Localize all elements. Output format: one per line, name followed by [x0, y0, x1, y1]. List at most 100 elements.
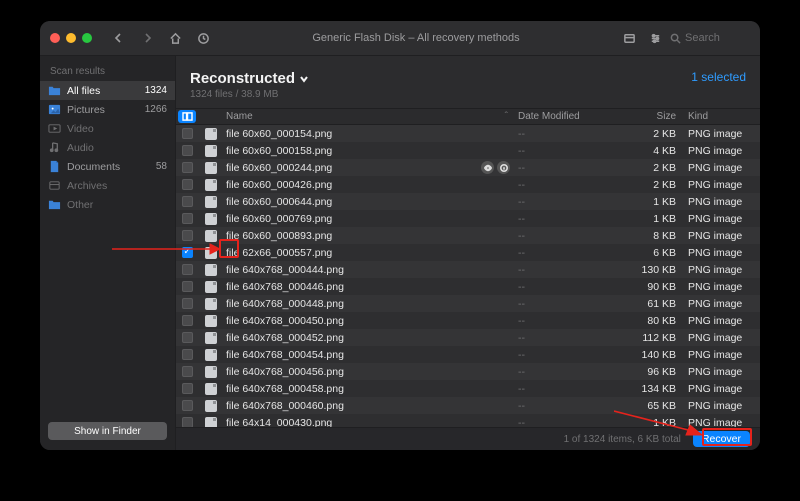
history-button[interactable]: [192, 27, 214, 49]
table-row[interactable]: file 60x60_000244.png--2 KBPNG image: [176, 159, 760, 176]
row-checkbox[interactable]: [182, 298, 193, 309]
table-row[interactable]: file 640x768_000446.png--90 KBPNG image: [176, 278, 760, 295]
preview-action-icon[interactable]: [481, 161, 494, 174]
table-row[interactable]: file 60x60_000644.png--1 KBPNG image: [176, 193, 760, 210]
app-window: Generic Flash Disk – All recovery method…: [40, 21, 760, 450]
nav-forward-button[interactable]: [136, 27, 158, 49]
file-size: 8 KB: [614, 230, 684, 242]
row-checkbox[interactable]: [182, 349, 193, 360]
file-size: 2 KB: [614, 179, 684, 191]
row-checkbox[interactable]: [182, 366, 193, 377]
file-name: file 60x60_000893.png: [226, 230, 332, 242]
section-title-dropdown[interactable]: Reconstructed: [190, 70, 309, 87]
file-name: file 60x60_000644.png: [226, 196, 332, 208]
info-action-icon[interactable]: [497, 161, 510, 174]
file-date: --: [514, 281, 614, 293]
table-row[interactable]: file 640x768_000452.png--112 KBPNG image: [176, 329, 760, 346]
sidebar-item-archives[interactable]: Archives: [40, 176, 175, 195]
file-name: file 60x60_000426.png: [226, 179, 332, 191]
sidebar-item-label: Documents: [67, 161, 120, 173]
sidebar-item-documents[interactable]: Documents58: [40, 157, 175, 176]
row-checkbox[interactable]: [182, 213, 193, 224]
column-header-name[interactable]: Name ˆ: [224, 111, 514, 122]
row-checkbox[interactable]: [182, 383, 193, 394]
zoom-window-button[interactable]: [82, 33, 92, 43]
table-row[interactable]: file 60x60_000893.png --8 KBPNG image: [176, 227, 760, 244]
file-thumbnail-icon: [205, 315, 217, 327]
file-date: --: [514, 349, 614, 361]
sidebar-item-audio[interactable]: Audio: [40, 138, 175, 157]
row-checkbox[interactable]: [182, 332, 193, 343]
filter-button[interactable]: [644, 27, 666, 49]
preview-toggle-button[interactable]: [178, 110, 196, 123]
sidebar-item-other[interactable]: Other: [40, 195, 175, 214]
archive-icon: [48, 179, 61, 192]
table-header: Name ˆ Date Modified Size Kind: [176, 108, 760, 125]
table-row[interactable]: file 640x768_000448.png--61 KBPNG image: [176, 295, 760, 312]
toolbar: Generic Flash Disk – All recovery method…: [40, 21, 760, 56]
column-header-size[interactable]: Size: [614, 111, 684, 122]
row-checkbox[interactable]: [182, 315, 193, 326]
home-button[interactable]: [164, 27, 186, 49]
file-kind: PNG image: [684, 247, 760, 259]
file-thumbnail-icon: [205, 162, 217, 174]
file-name: file 640x768_000456.png: [226, 366, 344, 378]
sidebar-item-label: Other: [67, 199, 93, 211]
row-checkbox[interactable]: [182, 128, 193, 139]
row-checkbox[interactable]: [182, 400, 193, 411]
table-row[interactable]: file 60x60_000154.png--2 KBPNG image: [176, 125, 760, 142]
table-row[interactable]: file 60x60_000426.png--2 KBPNG image: [176, 176, 760, 193]
file-date: --: [514, 230, 614, 242]
file-date: --: [514, 145, 614, 157]
row-checkbox[interactable]: [182, 281, 193, 292]
file-size: 2 KB: [614, 128, 684, 140]
row-checkbox[interactable]: [182, 417, 193, 427]
sidebar-item-pictures[interactable]: Pictures1266: [40, 100, 175, 119]
row-checkbox[interactable]: [182, 179, 193, 190]
table-row[interactable]: file 60x60_000769.png--1 KBPNG image: [176, 210, 760, 227]
file-thumbnail-icon: [205, 281, 217, 293]
search-placeholder: Search: [685, 32, 720, 44]
file-kind: PNG image: [684, 366, 760, 378]
close-window-button[interactable]: [50, 33, 60, 43]
table-row[interactable]: file 640x768_000458.png--134 KBPNG image: [176, 380, 760, 397]
file-kind: PNG image: [684, 230, 760, 242]
file-name: file 640x768_000450.png: [226, 315, 344, 327]
file-date: --: [514, 298, 614, 310]
file-size: 130 KB: [614, 264, 684, 276]
main-panel: Reconstructed 1324 files / 38.9 MB 1 sel…: [176, 56, 760, 450]
sidebar-item-label: Video: [67, 123, 94, 135]
row-checkbox[interactable]: [182, 162, 193, 173]
file-thumbnail-icon: [205, 349, 217, 361]
table-row[interactable]: file 640x768_000444.png--130 KBPNG image: [176, 261, 760, 278]
table-row[interactable]: file 640x768_000456.png--96 KBPNG image: [176, 363, 760, 380]
sidebar-item-video[interactable]: Video: [40, 119, 175, 138]
view-mode-button[interactable]: [618, 27, 640, 49]
column-header-date[interactable]: Date Modified: [514, 111, 614, 122]
table-row[interactable]: file 640x768_000450.png--80 KBPNG image: [176, 312, 760, 329]
row-checkbox[interactable]: [182, 230, 193, 241]
row-checkbox[interactable]: [182, 264, 193, 275]
row-checkbox[interactable]: [182, 196, 193, 207]
file-thumbnail-icon: [205, 196, 217, 208]
annotation-arrow-recover: [614, 407, 704, 439]
minimize-window-button[interactable]: [66, 33, 76, 43]
sidebar-item-badge: 1266: [145, 104, 167, 115]
table-row[interactable]: file 60x60_000158.png--4 KBPNG image: [176, 142, 760, 159]
file-thumbnail-icon: [205, 230, 217, 242]
file-name: file 640x768_000446.png: [226, 281, 344, 293]
file-kind: PNG image: [684, 383, 760, 395]
sidebar-item-all-files[interactable]: All files1324: [40, 81, 175, 100]
search-field[interactable]: Search: [670, 32, 750, 44]
file-date: --: [514, 400, 614, 412]
column-header-kind[interactable]: Kind: [684, 111, 760, 122]
file-thumbnail-icon: [205, 383, 217, 395]
file-name: file 64x14_000430.png: [226, 417, 332, 428]
table-row[interactable]: file 62x66_000557.png--6 KBPNG image: [176, 244, 760, 261]
show-in-finder-button[interactable]: Show in Finder: [48, 422, 167, 440]
table-row[interactable]: file 640x768_000454.png--140 KBPNG image: [176, 346, 760, 363]
row-checkbox[interactable]: [182, 145, 193, 156]
file-kind: PNG image: [684, 315, 760, 327]
nav-back-button[interactable]: [108, 27, 130, 49]
sidebar-item-badge: 1324: [145, 85, 167, 96]
